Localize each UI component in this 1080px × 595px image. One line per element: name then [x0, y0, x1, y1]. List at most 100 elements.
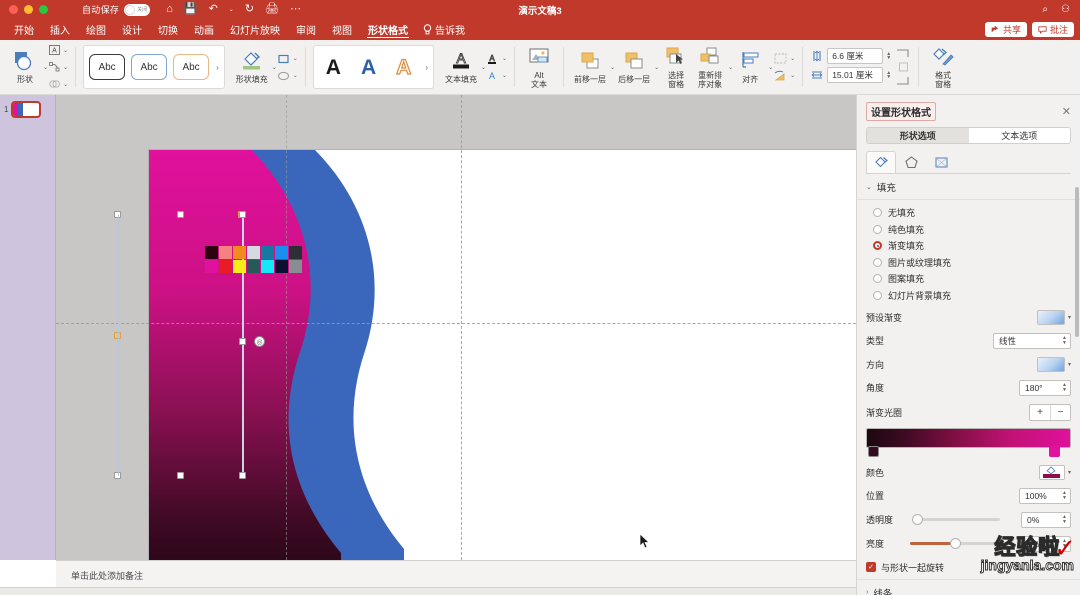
stop-color-row[interactable]: 颜色 ▾	[857, 461, 1080, 484]
fill-option-pattern[interactable]: 图案填充	[873, 272, 1071, 285]
wordart-style-2[interactable]: A	[354, 57, 383, 78]
fill-option-none[interactable]: 无填充	[873, 206, 1071, 219]
selection-pane-button[interactable]: 选择 窗格	[659, 45, 693, 89]
preset-gradient-caret-icon[interactable]: ▾	[1068, 314, 1071, 321]
tab-animations[interactable]: 动画	[186, 19, 222, 40]
shape-height-field[interactable]: 6.6 厘米 ▲ ▼	[810, 48, 891, 64]
fill-option-solid[interactable]: 纯色填充	[873, 223, 1071, 236]
undo-icon[interactable]: ↶	[209, 4, 218, 15]
gradient-preview-bar[interactable]	[866, 427, 1071, 448]
alt-text-button[interactable]: Alt 文本	[522, 45, 556, 89]
format-pane-scrollbar[interactable]	[1075, 187, 1079, 337]
line-section-header[interactable]: › 线条	[857, 578, 1080, 595]
fill-bucket-icon-tab[interactable]	[866, 151, 896, 173]
edit-text-caret-icon[interactable]: ⌄	[63, 47, 68, 54]
transparency-slider-knob[interactable]	[912, 514, 923, 525]
autosave-control[interactable]: 自动保存 关闭	[82, 3, 151, 16]
width-stepper[interactable]: ▲ ▼	[886, 70, 891, 80]
gradient-stop-end-pin[interactable]	[1049, 445, 1060, 457]
transparency-row[interactable]: 透明度 0% ▲ ▼	[857, 508, 1080, 532]
group-objects-button[interactable]: ⌄	[773, 51, 795, 67]
wordart-style-1[interactable]: A	[319, 57, 348, 78]
shape-width-field[interactable]: 15.01 厘米 ▲ ▼	[810, 67, 891, 83]
swatch-navy[interactable]	[275, 260, 288, 273]
send-backward-button[interactable]: 后移一层	[615, 49, 653, 84]
swatch-yellow[interactable]	[233, 260, 246, 273]
swatch-dark-teal[interactable]	[247, 260, 260, 273]
fill-type-radio-group[interactable]: 无填充 纯色填充 渐变填充 图片或纹理填充 图案填充 幻灯片背景填充	[857, 200, 1080, 306]
stop-color-caret-icon[interactable]: ▾	[1068, 469, 1071, 476]
fill-option-slide-background[interactable]: 幻灯片背景填充	[873, 289, 1071, 302]
search-icon[interactable]: ⌕	[1042, 4, 1048, 15]
tab-shape-format[interactable]: 形状格式	[360, 19, 416, 40]
comments-button[interactable]: 批注	[1031, 22, 1074, 37]
window-controls[interactable]	[9, 5, 48, 14]
home-icon[interactable]: ⌂	[166, 4, 173, 15]
text-effects-caret-icon[interactable]: ⌄	[502, 72, 507, 79]
preset-gradient-row[interactable]: 预设渐变 ▾	[857, 306, 1080, 329]
effects-icon-tab[interactable]	[896, 151, 926, 173]
edit-shape-caret-icon[interactable]: ⌄	[63, 64, 68, 71]
radio-picture-fill[interactable]	[873, 257, 882, 267]
tab-text-options[interactable]: 文本选项	[969, 128, 1071, 143]
tab-design[interactable]: 设计	[114, 19, 150, 40]
tab-slideshow[interactable]: 幻灯片放映	[222, 19, 288, 40]
tab-home[interactable]: 开始	[6, 19, 42, 40]
edit-text-button[interactable]: A ⌄	[48, 42, 68, 58]
gradient-type-stepper[interactable]: ▲ ▼	[1062, 336, 1067, 345]
insert-shapes-button[interactable]: 形状	[8, 49, 42, 84]
brightness-stepper[interactable]: ▲ ▼	[1062, 539, 1067, 548]
shape-outline-button[interactable]: ⌄	[277, 51, 298, 67]
brightness-row[interactable]: 亮度 0% ▲ ▼	[857, 532, 1080, 556]
radio-pattern-fill[interactable]	[873, 274, 882, 283]
shape-styles-more-icon[interactable]: ›	[216, 63, 219, 72]
tell-me-button[interactable]: 告诉我	[416, 22, 472, 37]
gradient-angle-input[interactable]: 180° ▲ ▼	[1019, 379, 1071, 396]
blue-handle-bottom[interactable]	[238, 472, 246, 479]
close-window-button[interactable]	[9, 5, 18, 14]
edit-shape-button[interactable]: ⌄	[48, 59, 68, 75]
swatch-dark-maroon[interactable]	[205, 246, 218, 259]
swatch-blue[interactable]	[275, 246, 288, 259]
radio-no-fill[interactable]	[873, 208, 882, 217]
maximize-window-button[interactable]	[39, 5, 48, 14]
gradient-angle-stepper[interactable]: ▲ ▼	[1062, 383, 1067, 392]
rotate-with-shape-checkbox[interactable]: ✓	[866, 562, 876, 572]
text-outline-caret-icon[interactable]: ⌄	[502, 55, 507, 62]
rotate-objects-button[interactable]: ⌄	[773, 68, 795, 84]
size-layout-icon-tab[interactable]	[926, 151, 956, 173]
more-icon[interactable]: ⋯	[290, 4, 301, 15]
stop-color-picker[interactable]: ▾	[1038, 464, 1071, 480]
shape-height-input[interactable]: 6.6 厘米	[827, 48, 884, 64]
swatch-salmon[interactable]	[219, 246, 232, 259]
shape-style-2[interactable]: Abc	[131, 54, 168, 80]
shape-effects-caret-icon[interactable]: ⌄	[293, 72, 298, 79]
text-effects-button[interactable]: A ⌄	[486, 68, 507, 84]
merge-shapes-button[interactable]: ⌄	[48, 76, 68, 92]
swatch-dark-gray[interactable]	[289, 246, 302, 259]
stop-position-stepper[interactable]: ▲ ▼	[1062, 491, 1067, 500]
wordart-more-icon[interactable]: ›	[425, 63, 428, 72]
transparency-input[interactable]: 0% ▲ ▼	[1020, 511, 1071, 528]
rotate-handle-icon[interactable]: ◎	[254, 336, 265, 347]
gradient-stop-end[interactable]	[1049, 445, 1060, 459]
slide-canvas[interactable]	[149, 150, 866, 595]
slide-thumbnail-item[interactable]: 1	[0, 95, 55, 124]
tab-view[interactable]: 视图	[324, 19, 360, 40]
swatch-teal[interactable]	[261, 246, 274, 259]
gradient-stop-start[interactable]	[868, 445, 879, 459]
swatch-magenta[interactable]	[205, 260, 218, 273]
stop-color-button[interactable]	[1038, 464, 1065, 480]
rotate-caret-icon[interactable]: ⌄	[790, 72, 795, 79]
tab-transitions[interactable]: 切换	[150, 19, 186, 40]
gradient-direction-picker[interactable]: ▾	[1036, 356, 1071, 372]
remove-gradient-stop-button[interactable]: −	[1050, 404, 1070, 420]
color-palette-popup[interactable]	[205, 246, 302, 273]
save-icon[interactable]: 💾	[184, 4, 198, 15]
format-shape-pane[interactable]: 设置形状格式 ✕ 形状选项 文本选项 ⌄ 填充 无填充 纯色填充 渐变填充 图片…	[856, 95, 1080, 595]
swatch-cyan[interactable]	[261, 260, 274, 273]
quick-access-toolbar[interactable]: ⌂ 💾 ↶ ⌄ ↻ 🖨 ⋯	[166, 4, 301, 15]
gradient-type-row[interactable]: 类型 线性 ▲ ▼	[857, 329, 1080, 353]
title-bar-right-icons[interactable]: ⌕ ⚇	[1042, 4, 1070, 15]
redo-icon[interactable]: ↻	[245, 4, 254, 15]
